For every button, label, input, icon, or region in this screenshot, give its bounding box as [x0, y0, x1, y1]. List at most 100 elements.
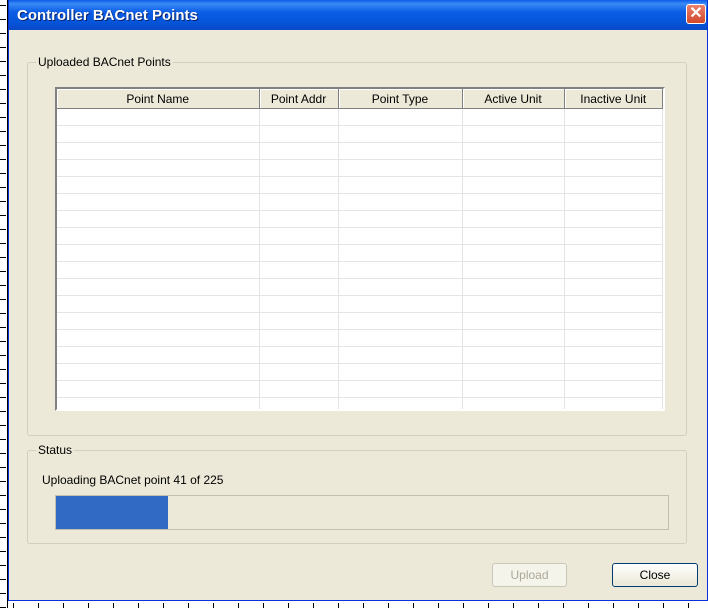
table-cell	[564, 244, 663, 262]
column-header-inactive-unit[interactable]: Inactive Unit	[564, 89, 663, 109]
table-cell	[338, 346, 463, 364]
status-legend: Status	[36, 443, 75, 457]
table-row[interactable]	[57, 295, 663, 313]
table-cell	[564, 125, 663, 143]
table-cell	[564, 193, 663, 211]
table-cell	[57, 363, 260, 381]
progress-bar-fill	[56, 496, 168, 529]
table-row[interactable]	[57, 346, 663, 364]
table-cell	[564, 227, 663, 245]
table-row[interactable]	[57, 142, 663, 160]
background-ruler-bottom	[0, 600, 708, 608]
table-cell	[338, 363, 463, 381]
table-cell	[57, 312, 260, 330]
table-cell	[57, 125, 260, 143]
table-cell	[338, 193, 463, 211]
table-cell	[57, 397, 260, 409]
table-row[interactable]	[57, 380, 663, 398]
table-cell	[338, 261, 463, 279]
background-ruler-left	[0, 0, 8, 608]
table-row[interactable]	[57, 363, 663, 381]
close-window-button[interactable]: ✕	[686, 4, 706, 24]
table-cell	[259, 193, 339, 211]
table-cell	[462, 397, 565, 409]
table-cell	[462, 278, 565, 296]
table-cell	[259, 380, 339, 398]
table-cell	[462, 329, 565, 347]
table-cell	[57, 142, 260, 160]
table-cell	[57, 380, 260, 398]
table-row[interactable]	[57, 176, 663, 194]
table-row[interactable]	[57, 397, 663, 409]
window-title: Controller BACnet Points	[17, 7, 198, 24]
table-row[interactable]	[57, 227, 663, 245]
table-cell	[259, 108, 339, 126]
table-cell	[462, 108, 565, 126]
table-cell	[564, 295, 663, 313]
table-cell	[462, 363, 565, 381]
table-row[interactable]	[57, 193, 663, 211]
table-row[interactable]	[57, 210, 663, 228]
table-cell	[259, 142, 339, 160]
table-cell	[338, 397, 463, 409]
column-header-point-type[interactable]: Point Type	[338, 89, 463, 109]
table-cell	[462, 227, 565, 245]
status-message: Uploading BACnet point 41 of 225	[42, 473, 224, 487]
table-cell	[57, 295, 260, 313]
table-cell	[338, 159, 463, 177]
table-cell	[338, 312, 463, 330]
table-row[interactable]	[57, 108, 663, 126]
table-cell	[564, 108, 663, 126]
table-cell	[564, 176, 663, 194]
table-cell	[564, 346, 663, 364]
table-cell	[57, 278, 260, 296]
table-cell	[564, 329, 663, 347]
table-cell	[462, 159, 565, 177]
table-cell	[564, 278, 663, 296]
column-header-point-addr[interactable]: Point Addr	[259, 89, 339, 109]
table-cell	[338, 210, 463, 228]
table-cell	[259, 397, 339, 409]
table-row[interactable]	[57, 329, 663, 347]
table-cell	[57, 193, 260, 211]
title-bar[interactable]: Controller BACnet Points ✕	[9, 0, 707, 30]
table-cell	[57, 159, 260, 177]
table-row[interactable]	[57, 261, 663, 279]
table-cell	[564, 210, 663, 228]
table-cell	[462, 312, 565, 330]
points-grid[interactable]: Point Name Point Addr Point Type Active …	[55, 87, 665, 411]
table-cell	[462, 176, 565, 194]
table-cell	[57, 210, 260, 228]
table-cell	[564, 261, 663, 279]
table-cell	[462, 210, 565, 228]
table-cell	[259, 329, 339, 347]
upload-progress-bar	[55, 495, 669, 530]
table-cell	[564, 380, 663, 398]
table-cell	[259, 346, 339, 364]
table-row[interactable]	[57, 244, 663, 262]
uploaded-points-legend: Uploaded BACnet Points	[36, 55, 173, 69]
table-row[interactable]	[57, 312, 663, 330]
table-cell	[338, 295, 463, 313]
close-button[interactable]: Close	[612, 563, 698, 587]
dialog-window: Controller BACnet Points ✕ Uploaded BACn…	[8, 0, 708, 601]
table-cell	[259, 363, 339, 381]
column-header-active-unit[interactable]: Active Unit	[462, 89, 565, 109]
column-header-point-name[interactable]: Point Name	[57, 89, 260, 109]
table-cell	[259, 176, 339, 194]
table-cell	[338, 108, 463, 126]
table-cell	[462, 193, 565, 211]
table-cell	[564, 142, 663, 160]
table-cell	[564, 159, 663, 177]
table-cell	[338, 329, 463, 347]
table-cell	[259, 227, 339, 245]
upload-button[interactable]: Upload	[492, 563, 567, 587]
table-cell	[462, 142, 565, 160]
status-group: Status Uploading BACnet point 41 of 225	[27, 443, 687, 544]
table-cell	[338, 380, 463, 398]
table-row[interactable]	[57, 278, 663, 296]
table-row[interactable]	[57, 159, 663, 177]
table-cell	[462, 261, 565, 279]
table-cell	[462, 380, 565, 398]
table-row[interactable]	[57, 125, 663, 143]
